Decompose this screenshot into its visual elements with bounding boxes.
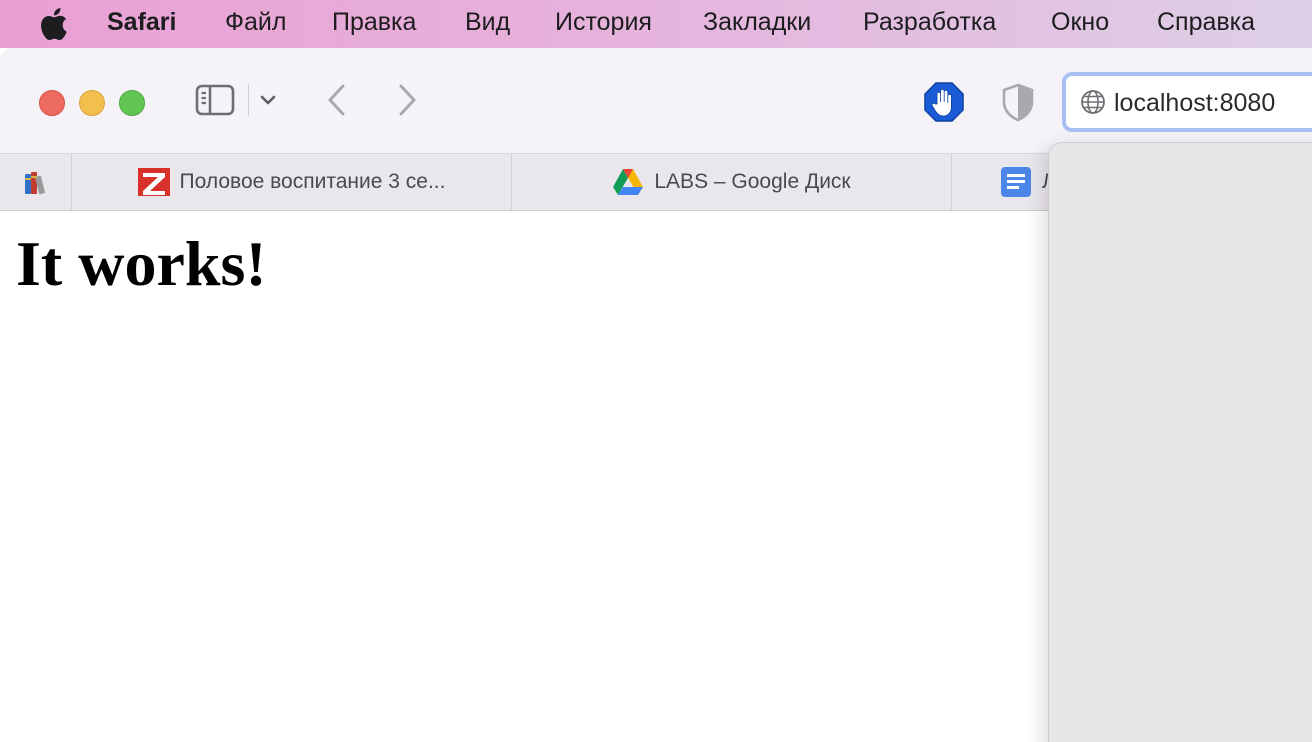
page-heading: It works! <box>16 228 267 299</box>
address-popover-panel[interactable] <box>1048 142 1312 742</box>
sidebar-toggle-icon[interactable] <box>194 82 236 118</box>
address-bar[interactable]: localhost:8080 <box>1062 72 1312 132</box>
globe-icon <box>1081 90 1105 114</box>
menu-history[interactable]: История <box>555 8 652 37</box>
menu-bar: Safari Файл Правка Вид История Закладки … <box>0 0 1312 48</box>
menu-file[interactable]: Файл <box>225 8 286 37</box>
tab-title: Половое воспитание 3 се... <box>179 170 446 193</box>
menu-app-safari[interactable]: Safari <box>107 8 176 37</box>
tab-sex-education[interactable]: Половое воспитание 3 се... <box>72 154 512 210</box>
url-text[interactable]: localhost:8080 <box>1114 89 1275 118</box>
chevron-down-icon[interactable] <box>258 92 278 108</box>
menu-develop[interactable]: Разработка <box>863 8 996 37</box>
close-window-button[interactable] <box>39 90 65 116</box>
browser-toolbar: localhost:8080 <box>0 48 1312 154</box>
bookmarks-books-tab[interactable] <box>0 154 72 210</box>
menu-view[interactable]: Вид <box>465 8 510 37</box>
back-arrow-icon[interactable] <box>322 82 352 118</box>
forward-arrow-icon[interactable] <box>392 82 422 118</box>
tab-google-drive[interactable]: LABS – Google Диск <box>512 154 952 210</box>
adblock-hand-icon[interactable] <box>924 82 964 122</box>
google-docs-icon <box>1001 167 1031 197</box>
apple-logo-icon[interactable] <box>38 8 68 40</box>
books-icon <box>24 172 45 195</box>
z-logo-icon <box>137 168 170 196</box>
zoom-window-button[interactable] <box>119 90 145 116</box>
menu-bookmarks[interactable]: Закладки <box>703 8 811 37</box>
menu-window[interactable]: Окно <box>1051 8 1109 37</box>
privacy-shield-icon[interactable] <box>1000 82 1036 122</box>
tab-title: LABS – Google Диск <box>654 170 851 193</box>
minimize-window-button[interactable] <box>79 90 105 116</box>
browser-window: localhost:8080 Половое воспитание 3 се..… <box>0 48 1312 742</box>
menu-help[interactable]: Справка <box>1157 8 1255 37</box>
menu-edit[interactable]: Правка <box>332 8 416 37</box>
google-drive-icon <box>613 169 644 195</box>
toolbar-divider <box>248 84 249 116</box>
